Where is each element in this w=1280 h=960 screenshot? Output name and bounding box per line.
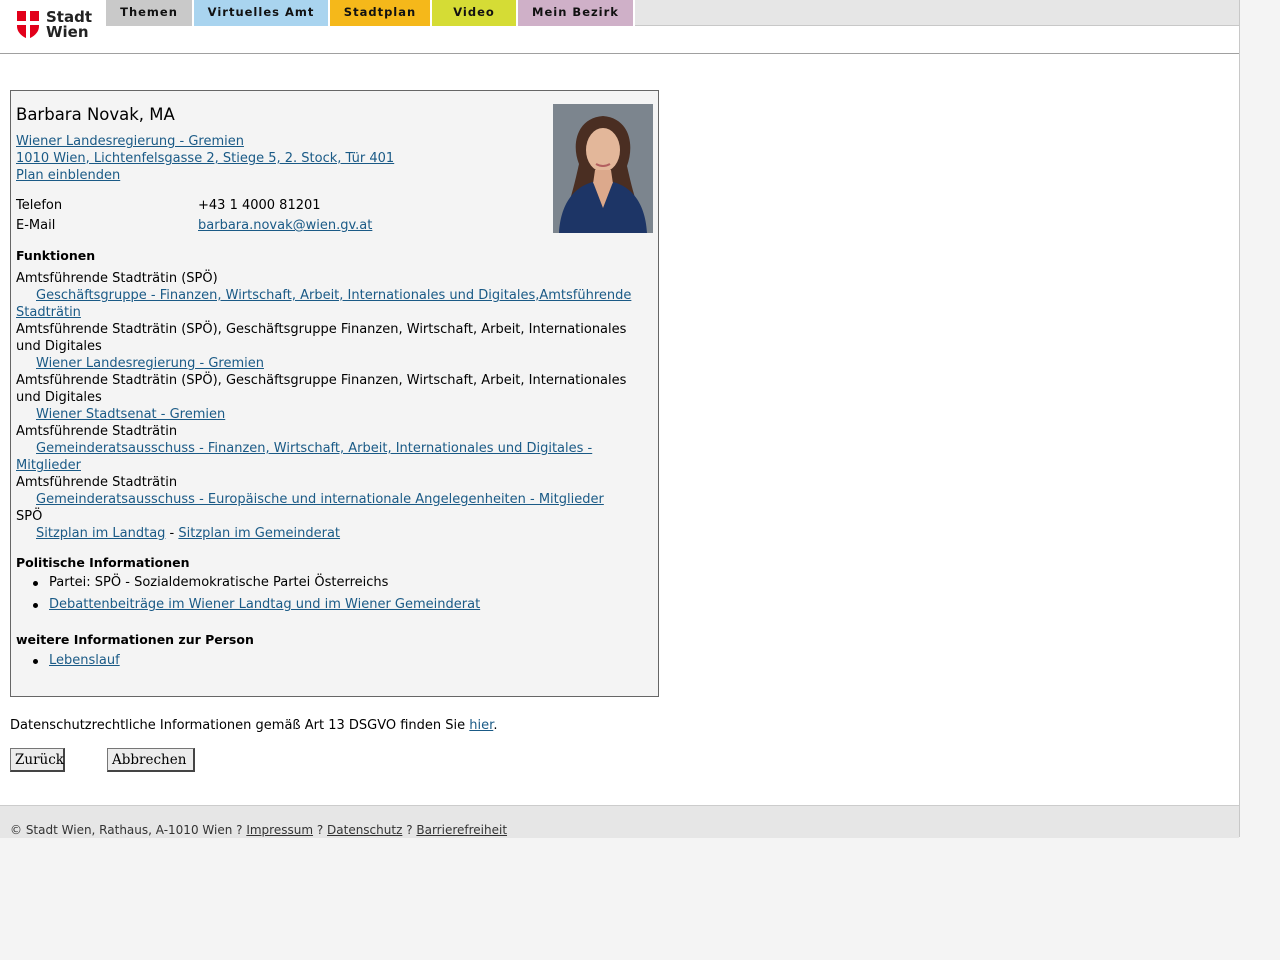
person-name: Barbara Novak, MA (16, 105, 175, 124)
phone-label: Telefon (16, 198, 63, 213)
site-footer: © Stadt Wien, Rathaus, A-1010 Wien ? Imp… (0, 805, 1239, 838)
function-title: Amtsführende Stadträtin (SPÖ), Geschäfts… (16, 322, 627, 354)
footer-datenschutz-link[interactable]: Datenschutz (327, 823, 402, 837)
footer-impressum-link[interactable]: Impressum (246, 823, 313, 837)
footer-separator: ? (232, 823, 247, 837)
privacy-notice-text: Datenschutzrechtliche Informationen gemä… (10, 718, 470, 733)
function-link-stadtsenat[interactable]: Wiener Stadtsenat - Gremien (36, 407, 225, 422)
party-info: Partei: SPÖ - Sozialdemokratische Partei… (49, 575, 389, 590)
function-title: Amtsführende Stadträtin (16, 424, 178, 439)
debates-link[interactable]: Debattenbeiträge im Wiener Landtag und i… (49, 597, 480, 612)
footer-separator: ? (402, 823, 417, 837)
page-container: Stadt Wien Themen Virtuelles Amt Stadtpl… (0, 0, 1240, 838)
function-title: Amtsführende Stadträtin (16, 475, 178, 490)
nav-tab-mein-bezirk[interactable]: Mein Bezirk (518, 0, 635, 26)
function-title: Amtsführende Stadträtin (SPÖ) (16, 271, 218, 286)
vienna-coat-of-arms-icon (17, 11, 39, 39)
phone-value: +43 1 4000 81201 (198, 198, 321, 213)
privacy-here-link[interactable]: hier (469, 718, 493, 733)
logo-line-wien: Wien (46, 23, 89, 41)
political-info-heading: Politische Informationen (16, 555, 190, 570)
function-link-ausschuss-finanzen[interactable]: Gemeinderatsausschuss - Finanzen, Wirtsc… (16, 441, 592, 473)
nav-tab-virtuelles-amt[interactable]: Virtuelles Amt (194, 0, 330, 26)
email-link[interactable]: barbara.novak@wien.gv.at (198, 218, 372, 233)
person-photo (553, 104, 653, 233)
person-card: Barbara Novak, MA Wiener Landesregierung… (10, 90, 659, 697)
function-link-ausschuss-europa[interactable]: Gemeinderatsausschuss - Europäische und … (36, 492, 604, 507)
nav-tab-themen[interactable]: Themen (106, 0, 194, 26)
footer-separator: ? (313, 823, 328, 837)
cv-link[interactable]: Lebenslauf (49, 653, 120, 668)
seat-plan-landtag-link[interactable]: Sitzplan im Landtag (36, 526, 165, 541)
nav-tab-video[interactable]: Video (432, 0, 518, 26)
site-header: Stadt Wien Themen Virtuelles Amt Stadtpl… (0, 0, 1239, 54)
seat-plan-separator: - (165, 526, 179, 541)
function-title: Amtsführende Stadträtin (SPÖ), Geschäfts… (16, 373, 627, 405)
bullet (33, 581, 38, 586)
footer-copyright: © Stadt Wien, Rathaus, A-1010 Wien (10, 823, 233, 837)
function-link-landesregierung[interactable]: Wiener Landesregierung - Gremien (36, 356, 264, 371)
show-map-link[interactable]: Plan einblenden (16, 167, 120, 184)
bullet (33, 603, 38, 608)
address-link[interactable]: 1010 Wien, Lichtenfelsgasse 2, Stiege 5,… (16, 150, 394, 167)
privacy-notice-end: . (493, 718, 498, 733)
back-button[interactable]: Zurück (10, 748, 65, 772)
function-link-geschaeftsgruppe[interactable]: Geschäftsgruppe - Finanzen, Wirtschaft, … (16, 288, 631, 320)
functions-heading: Funktionen (16, 248, 96, 263)
email-label: E-Mail (16, 218, 56, 233)
stadt-wien-logo[interactable]: Stadt Wien (16, 10, 92, 42)
party-label: SPÖ (16, 509, 43, 524)
cancel-button[interactable]: Abbrechen (107, 748, 195, 772)
bullet (33, 659, 38, 664)
footer-barrierefreiheit-link[interactable]: Barrierefreiheit (416, 823, 507, 837)
seat-plan-gemeinderat-link[interactable]: Sitzplan im Gemeinderat (178, 526, 340, 541)
nav-tab-stadtplan[interactable]: Stadtplan (330, 0, 432, 26)
main-navigation: Themen Virtuelles Amt Stadtplan Video Me… (106, 0, 1239, 26)
privacy-notice: Datenschutzrechtliche Informationen gemä… (10, 718, 497, 733)
more-info-heading: weitere Informationen zur Person (16, 632, 254, 647)
org-link[interactable]: Wiener Landesregierung - Gremien (16, 133, 244, 150)
